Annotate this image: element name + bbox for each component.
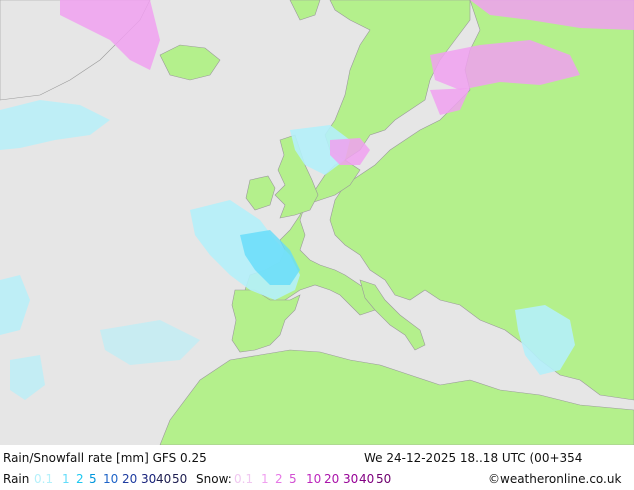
rain-legend-value: 10 [103,472,119,486]
snow-legend-value: 50 [376,472,392,486]
rain-legend-label: Rain [3,472,30,486]
snow-legend-value: 10 [306,472,322,486]
rain-legend-value: 5 [89,472,97,486]
snow-legend-value: 1 [261,472,269,486]
snow-legend-value: 20 [324,472,340,486]
rain-legend-value: 0.1 [34,472,54,486]
weather-map [0,0,634,445]
title-row: Rain/Snowfall rate [mm] GFS 0.25 We 24-1… [0,449,634,469]
rain-legend-value: 50 [172,472,188,486]
snow-legend-value: 30 [343,472,359,486]
rain-legend-value: 40 [156,472,172,486]
map-title: Rain/Snowfall rate [mm] GFS 0.25 [3,451,207,465]
rain-legend-value: 2 [76,472,84,486]
snow-legend-value: 0.1 [234,472,254,486]
rain-legend-value: 1 [62,472,70,486]
legend-panel: Rain/Snowfall rate [mm] GFS 0.25 We 24-1… [0,445,634,490]
rain-legend-value: 30 [141,472,157,486]
valid-time: We 24-12-2025 18..18 UTC (00+354 [364,451,583,465]
credit-text: ©weatheronline.co.uk [488,472,622,486]
snow-legend-label: Snow: [196,472,232,486]
rain-legend-value: 20 [122,472,138,486]
snow-legend-value: 2 [275,472,283,486]
snow-legend-value: 5 [289,472,297,486]
snow-legend-value: 40 [359,472,375,486]
legend-row: Rain 0.1 1 2 5 10 20 30 40 50 Snow: 0.1 1 2 5 10 20 30… [0,470,634,490]
